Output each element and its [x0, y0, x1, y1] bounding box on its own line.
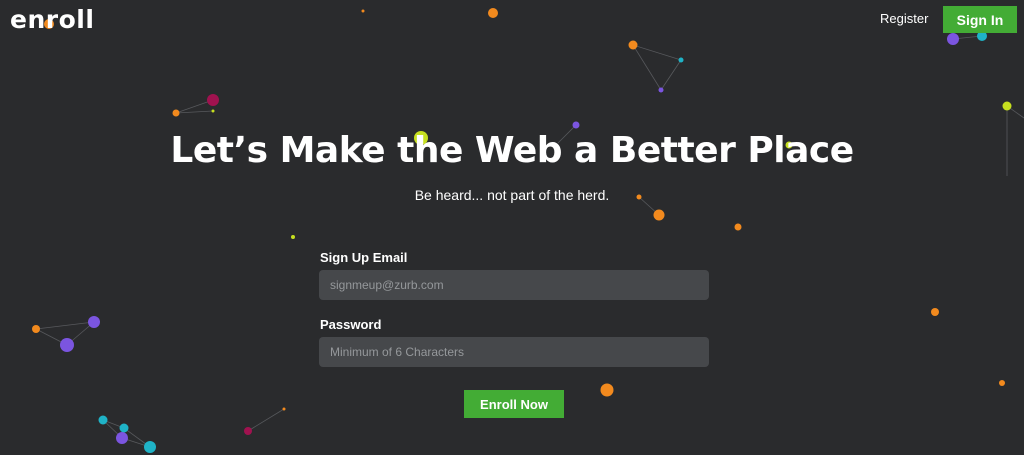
particle-links [35, 35, 1024, 448]
page: enroll Register Sign In Let’s Make the W… [0, 0, 1024, 455]
password-field[interactable] [319, 337, 709, 367]
email-label: Sign Up Email [320, 250, 408, 265]
particle-dots [32, 8, 1012, 453]
particle-network-background [32, 8, 1024, 453]
email-field[interactable] [319, 270, 709, 300]
register-link[interactable]: Register [880, 11, 928, 26]
password-label: Password [320, 317, 382, 332]
sign-in-button[interactable]: Sign In [943, 6, 1017, 33]
enroll-now-button[interactable]: Enroll Now [464, 390, 564, 418]
enroll-logo[interactable]: enroll [10, 5, 94, 34]
hero-subheadline: Be heard... not part of the herd. [414, 187, 610, 203]
hero-headline: Let’s Make the Web a Better Place [170, 130, 854, 171]
